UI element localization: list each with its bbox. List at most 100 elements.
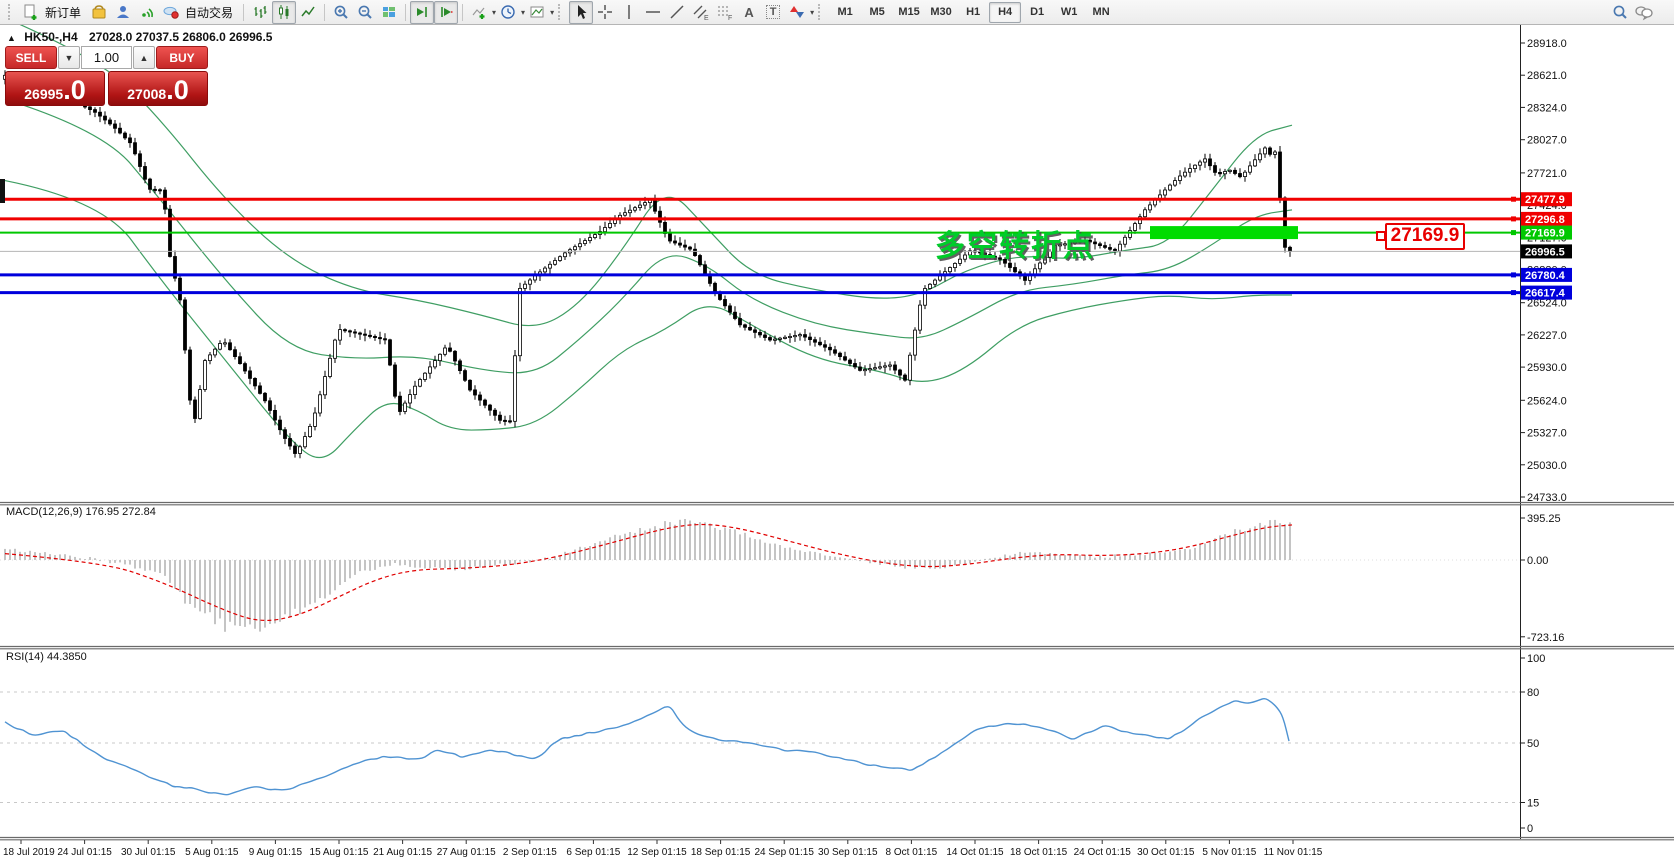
bar-chart-button[interactable] xyxy=(248,1,272,24)
auto-scroll-button[interactable] xyxy=(410,1,434,24)
search-button[interactable] xyxy=(1608,1,1632,24)
chart-title: ▲ HK50-,H4 27028.0 27037.5 26806.0 26996… xyxy=(7,30,272,44)
zoom-out-button[interactable] xyxy=(353,1,377,24)
line-chart-button[interactable] xyxy=(296,1,320,24)
tf-h4-button[interactable]: H4 xyxy=(989,2,1021,23)
volume-decrease-button[interactable]: ▼ xyxy=(58,46,80,69)
profile-button[interactable] xyxy=(111,1,135,24)
autotrade-label[interactable]: 自动交易 xyxy=(185,4,233,21)
svg-text:395.25: 395.25 xyxy=(1527,513,1561,525)
new-order-button[interactable] xyxy=(19,1,43,24)
crosshair-icon xyxy=(596,3,614,21)
svg-text:2 Sep 01:15: 2 Sep 01:15 xyxy=(503,847,557,858)
svg-text:26780.4: 26780.4 xyxy=(1525,270,1566,282)
svg-text:28918.0: 28918.0 xyxy=(1527,38,1567,50)
svg-text:6 Sep 01:15: 6 Sep 01:15 xyxy=(566,847,620,858)
svg-text:F: F xyxy=(728,15,732,21)
periods-button[interactable] xyxy=(496,1,520,24)
templates-icon xyxy=(528,3,546,21)
chart-annotation-text[interactable]: 多空转折点 xyxy=(935,221,1095,265)
trendline-tool-button[interactable] xyxy=(665,1,689,24)
svg-text:30 Oct 01:15: 30 Oct 01:15 xyxy=(1137,847,1195,858)
price-line-anchor-handle[interactable] xyxy=(1376,231,1386,241)
tile-windows-button[interactable] xyxy=(377,1,401,24)
indicators-icon xyxy=(470,3,488,21)
toolbar-grip[interactable] xyxy=(818,4,825,20)
toolbar-grip[interactable] xyxy=(558,4,565,20)
svg-text:30 Jul 01:15: 30 Jul 01:15 xyxy=(121,847,176,858)
svg-text:14 Oct 01:15: 14 Oct 01:15 xyxy=(946,847,1004,858)
market-icon xyxy=(90,3,108,21)
new-order-icon xyxy=(22,3,40,21)
candlestick-chart-icon xyxy=(275,3,293,21)
sell-button[interactable]: SELL xyxy=(5,46,57,69)
buy-price-panel[interactable]: 27008.0 xyxy=(108,71,208,106)
cursor-icon xyxy=(572,3,590,21)
tf-m1-button[interactable]: M1 xyxy=(829,2,861,23)
highlight-segment xyxy=(1150,226,1298,239)
metatrader-window: 新订单 自动交易 xyxy=(0,0,1674,858)
candlestick-chart-button[interactable] xyxy=(272,1,296,24)
zoom-in-button[interactable] xyxy=(329,1,353,24)
tf-w1-button[interactable]: W1 xyxy=(1053,2,1085,23)
svg-text:80: 80 xyxy=(1527,687,1539,699)
equidistant-channel-tool-button[interactable]: E xyxy=(689,1,713,24)
svg-text:25930.0: 25930.0 xyxy=(1527,362,1567,374)
one-click-trade-panel: SELL ▼ 1.00 ▲ BUY 26995.0 27008.0 xyxy=(5,46,208,106)
text-label-tool-button[interactable]: T xyxy=(761,1,785,24)
tf-m5-button[interactable]: M5 xyxy=(861,2,893,23)
templates-dropdown-caret[interactable]: ▾ xyxy=(550,8,554,17)
bar-chart-icon xyxy=(251,3,269,21)
svg-text:15 Aug 01:15: 15 Aug 01:15 xyxy=(310,847,369,858)
vertical-line-tool-button[interactable] xyxy=(617,1,641,24)
arrows-icon xyxy=(788,3,806,21)
price-line-label[interactable]: 27169.9 xyxy=(1385,223,1465,250)
arrows-dropdown-caret[interactable]: ▾ xyxy=(810,8,814,17)
rsi-header: RSI(14) 44.3850 xyxy=(6,651,87,663)
autotrade-icon xyxy=(162,3,180,21)
signals-button[interactable] xyxy=(135,1,159,24)
svg-text:21 Aug 01:15: 21 Aug 01:15 xyxy=(373,847,432,858)
autotrade-button[interactable] xyxy=(159,1,183,24)
volume-increase-button[interactable]: ▲ xyxy=(133,46,155,69)
fibonacci-icon: F xyxy=(716,3,734,21)
toolbar-grip[interactable] xyxy=(8,4,15,20)
chart-canvas[interactable]: 28918.028621.028324.028027.027721.027424… xyxy=(0,0,1674,858)
svg-text:50: 50 xyxy=(1527,738,1539,750)
tf-h1-button[interactable]: H1 xyxy=(957,2,989,23)
tf-m15-button[interactable]: M15 xyxy=(893,2,925,23)
tf-m30-button[interactable]: M30 xyxy=(925,2,957,23)
tf-d1-button[interactable]: D1 xyxy=(1021,2,1053,23)
svg-text:24 Jul 01:15: 24 Jul 01:15 xyxy=(57,847,112,858)
templates-button[interactable] xyxy=(525,1,549,24)
sell-price-panel[interactable]: 26995.0 xyxy=(5,71,105,106)
fibonacci-tool-button[interactable]: F xyxy=(713,1,737,24)
svg-text:26617.4: 26617.4 xyxy=(1525,288,1566,300)
svg-text:24 Oct 01:15: 24 Oct 01:15 xyxy=(1074,847,1132,858)
svg-text:12 Sep 01:15: 12 Sep 01:15 xyxy=(627,847,687,858)
zoom-out-icon xyxy=(356,3,374,21)
svg-text:18 Sep 01:15: 18 Sep 01:15 xyxy=(691,847,751,858)
tf-mn-button[interactable]: MN xyxy=(1085,2,1117,23)
community-button[interactable] xyxy=(1632,1,1656,24)
cursor-tool-button[interactable] xyxy=(569,1,593,24)
svg-text:27296.8: 27296.8 xyxy=(1525,214,1565,226)
indicators-button[interactable] xyxy=(467,1,491,24)
horizontal-line-tool-button[interactable] xyxy=(641,1,665,24)
chart-shift-button[interactable] xyxy=(434,1,458,24)
svg-text:0.00: 0.00 xyxy=(1527,555,1548,567)
zoom-in-icon xyxy=(332,3,350,21)
search-icon xyxy=(1611,3,1629,21)
buy-button[interactable]: BUY xyxy=(156,46,208,69)
equidistant-channel-icon: E xyxy=(692,3,710,21)
panel-collapse-arrow[interactable]: ▲ xyxy=(7,33,16,43)
market-button[interactable] xyxy=(87,1,111,24)
svg-text:18 Oct 01:15: 18 Oct 01:15 xyxy=(1010,847,1068,858)
text-tool-button[interactable]: A xyxy=(737,1,761,24)
volume-input[interactable]: 1.00 xyxy=(81,46,132,69)
chart-ohlc: 27028.0 27037.5 26806.0 26996.5 xyxy=(89,30,273,44)
arrows-tool-button[interactable] xyxy=(785,1,809,24)
new-order-label[interactable]: 新订单 xyxy=(45,4,81,21)
crosshair-tool-button[interactable] xyxy=(593,1,617,24)
line-chart-icon xyxy=(299,3,317,21)
